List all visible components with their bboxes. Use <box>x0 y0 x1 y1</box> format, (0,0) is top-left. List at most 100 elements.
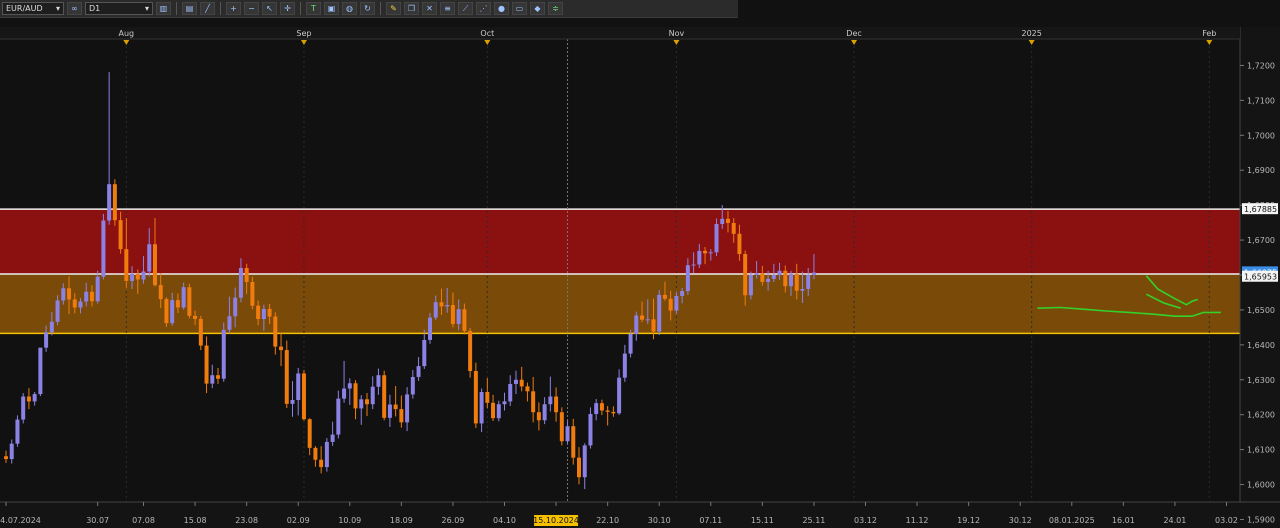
candle-body <box>748 274 753 296</box>
candle-body <box>399 409 404 423</box>
time-tick-label: 26.09 <box>441 516 464 525</box>
candle-body <box>462 309 467 331</box>
levels-icon[interactable]: ≑ <box>548 2 563 15</box>
candle-body <box>450 305 455 324</box>
candle-body <box>118 220 123 250</box>
candle-body <box>72 299 77 308</box>
price-tick-label: 1,7200 <box>1247 61 1275 70</box>
globe-icon[interactable]: ◍ <box>342 2 357 15</box>
candle-body <box>708 252 713 254</box>
candle-body <box>422 339 427 367</box>
time-tick-label: 22.10 <box>596 516 619 525</box>
candle-body <box>193 315 198 319</box>
candle-body <box>67 288 72 300</box>
candle-body <box>588 413 593 446</box>
symbol-select[interactable]: EUR/AUD ▾ <box>2 2 64 15</box>
time-tick-label: 23.08 <box>235 516 258 525</box>
chevron-down-icon: ▾ <box>55 4 60 13</box>
zoom-out-icon[interactable]: − <box>244 2 259 15</box>
timeframe-value: D1 <box>89 4 101 13</box>
time-tick-label: 04.10 <box>493 516 516 525</box>
price-tick-label: 1,6000 <box>1247 481 1275 490</box>
candle-body <box>777 270 782 275</box>
fib-icon[interactable]: ⋰ <box>476 2 491 15</box>
candle-body <box>296 373 301 401</box>
indicator-icon[interactable]: ≡ <box>440 2 455 15</box>
month-label: Nov <box>669 29 685 38</box>
price-label: 1,67885 <box>1244 205 1277 214</box>
time-tick-label: 30.12 <box>1009 516 1032 525</box>
candle-body <box>330 434 335 442</box>
candle-body <box>806 274 811 289</box>
candle-body <box>760 273 765 282</box>
candle-body <box>668 298 673 311</box>
candle-body <box>164 299 169 324</box>
candle-body <box>290 400 295 404</box>
tools-icon[interactable]: ✕ <box>422 2 437 15</box>
toolbar-separator <box>220 2 221 15</box>
candle-body <box>662 294 667 299</box>
time-tick-label: 03.02 <box>1215 516 1238 525</box>
line-chart-icon[interactable]: ╱ <box>200 2 215 15</box>
candle-body <box>571 426 576 458</box>
month-label: Sep <box>296 29 311 38</box>
candle-body <box>743 254 748 296</box>
candle-body <box>766 278 771 282</box>
candle-body <box>754 273 759 275</box>
candle-body <box>622 353 627 378</box>
time-tick-label: 10.09 <box>338 516 361 525</box>
candle-body <box>256 305 261 319</box>
candle-body <box>359 399 364 409</box>
candle-body <box>89 291 94 302</box>
candle-body <box>582 445 587 478</box>
candle-body <box>307 419 312 448</box>
link-icon[interactable]: ∞ <box>67 2 82 15</box>
save-icon[interactable]: ▣ <box>324 2 339 15</box>
candle-body <box>210 375 215 384</box>
candle-body <box>468 330 473 372</box>
candle-body <box>261 308 266 319</box>
candle-body <box>800 288 805 291</box>
candle-body <box>342 388 347 399</box>
candle-body <box>49 321 54 333</box>
window-icon[interactable]: ▭ <box>512 2 527 15</box>
candle-body <box>651 319 656 332</box>
toolbar-separator <box>300 2 301 15</box>
candles-icon[interactable]: ▥ <box>156 2 171 15</box>
price-chart[interactable]: 1,72001,71001,70001,69001,68001,67001,66… <box>0 27 1280 528</box>
candle-body <box>353 383 358 409</box>
pencil-icon[interactable]: ✎ <box>386 2 401 15</box>
timeframe-select[interactable]: D1 ▾ <box>85 2 153 15</box>
eraser-icon[interactable]: ◆ <box>530 2 545 15</box>
crosshair-icon[interactable]: ✛ <box>280 2 295 15</box>
candle-body <box>313 447 318 460</box>
bar-chart-icon[interactable]: ▤ <box>182 2 197 15</box>
time-tick-label: 25.11 <box>802 516 825 525</box>
candle-body <box>783 270 788 287</box>
candle-body <box>531 391 536 413</box>
candle-body <box>187 287 192 316</box>
candle-body <box>554 396 559 413</box>
symbol-value: EUR/AUD <box>6 4 43 13</box>
candle-body <box>376 375 381 387</box>
candle-body <box>473 371 478 424</box>
price-tick-label: 1,6400 <box>1247 341 1275 350</box>
candle-body <box>542 404 547 421</box>
candle-body <box>428 317 433 340</box>
candle-body <box>559 412 564 442</box>
time-tick-label: 24.07.2024 <box>0 516 41 525</box>
candle-body <box>605 410 610 412</box>
price-tick-label: 1,6300 <box>1247 376 1275 385</box>
trendline-icon[interactable]: ⟋ <box>458 2 473 15</box>
window-icon[interactable]: ❐ <box>404 2 419 15</box>
candle-body <box>725 218 730 223</box>
candle-body <box>628 334 633 354</box>
refresh-icon[interactable]: ↻ <box>360 2 375 15</box>
text-icon[interactable]: T <box>306 2 321 15</box>
circle-icon[interactable]: ● <box>494 2 509 15</box>
candle-body <box>548 396 553 405</box>
cursor-icon[interactable]: ↖ <box>262 2 277 15</box>
candle-body <box>502 401 507 405</box>
candle-body <box>152 244 157 286</box>
zoom-in-icon[interactable]: + <box>226 2 241 15</box>
